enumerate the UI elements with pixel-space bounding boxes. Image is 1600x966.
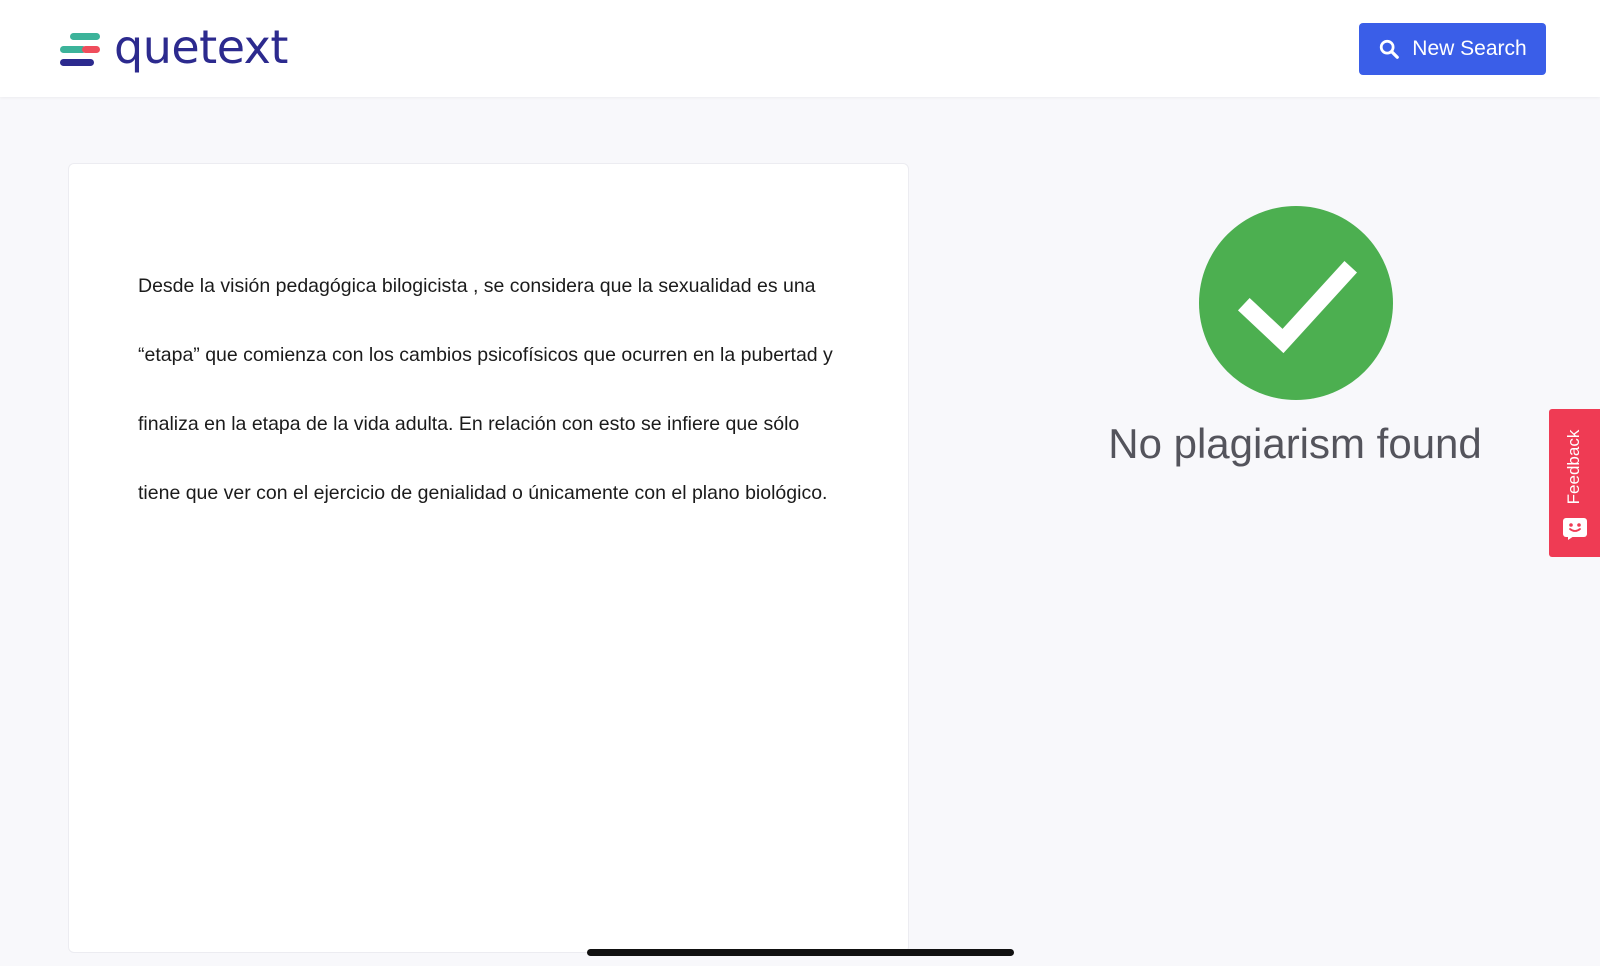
- logo-lines-icon: [60, 33, 100, 67]
- document-card: Desde la visión pedagógica bilogicista ,…: [68, 163, 909, 953]
- new-search-button[interactable]: New Search: [1359, 23, 1546, 75]
- chat-face-icon: [1563, 518, 1587, 540]
- quetext-logo[interactable]: quetext: [60, 22, 288, 78]
- feedback-tab[interactable]: Feedback: [1549, 409, 1600, 557]
- checkmark-circle-icon: [1199, 206, 1393, 400]
- document-text: Desde la visión pedagógica bilogicista ,…: [138, 275, 833, 504]
- feedback-label: Feedback: [1564, 429, 1583, 505]
- no-plagiarism-message: No plagiarism found: [1108, 420, 1482, 467]
- home-indicator: [587, 949, 1014, 956]
- top-header: quetext New Search: [0, 0, 1600, 97]
- search-icon: [1380, 39, 1400, 59]
- logo-text: quetext: [114, 20, 288, 74]
- new-search-label: New Search: [1412, 37, 1527, 60]
